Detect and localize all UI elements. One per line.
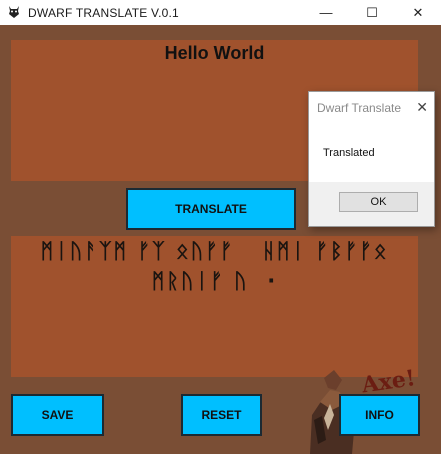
save-button[interactable]: SAVE — [11, 394, 104, 436]
close-icon: ✕ — [412, 4, 424, 20]
close-button[interactable]: ✕ — [395, 0, 441, 25]
maximize-icon: ☐ — [366, 4, 378, 20]
dialog-message: Translated — [323, 147, 375, 159]
input-text: Hello World — [164, 43, 265, 63]
translated-dialog: Dwarf Translate ✕ Translated OK — [308, 91, 435, 227]
dwarf-app-icon — [9, 6, 19, 18]
translate-button[interactable]: TRANSLATE — [126, 188, 296, 230]
ok-button[interactable]: OK — [339, 192, 418, 212]
window-title: DWARF TRANSLATE V.0.1 — [28, 6, 179, 20]
minimize-button[interactable]: — — [303, 0, 349, 25]
rune-output-line-2: ᛗᚱᚢᛁᚠ ᚢ · — [151, 269, 278, 293]
info-button[interactable]: INFO — [339, 394, 420, 436]
main-area: Hello World TRANSLATE ᛗᛁᚢᚨᛉᛗ ᚠᛉ ᛟᚢᚠᚠ ᚺᛗᛁ… — [0, 25, 441, 454]
output-text-area: ᛗᛁᚢᚨᛉᛗ ᚠᛉ ᛟᚢᚠᚠ ᚺᛗᛁ ᚠᛒᚠᚠᛟ ᛗᚱᚢᛁᚠ ᚢ · — [11, 236, 418, 377]
dialog-close-icon[interactable]: ✕ — [416, 99, 428, 116]
maximize-button[interactable]: ☐ — [349, 0, 395, 25]
rune-output-line-1: ᛗᛁᚢᚨᛉᛗ ᚠᛉ ᛟᚢᚠᚠ ᚺᛗᛁ ᚠᛒᚠᚠᛟ — [40, 239, 389, 263]
title-bar: DWARF TRANSLATE V.0.1 — ☐ ✕ — [0, 0, 441, 25]
minimize-icon: — — [319, 5, 333, 20]
reset-button[interactable]: RESET — [181, 394, 262, 436]
dialog-title: Dwarf Translate — [317, 101, 402, 115]
dialog-footer: OK — [309, 182, 434, 226]
